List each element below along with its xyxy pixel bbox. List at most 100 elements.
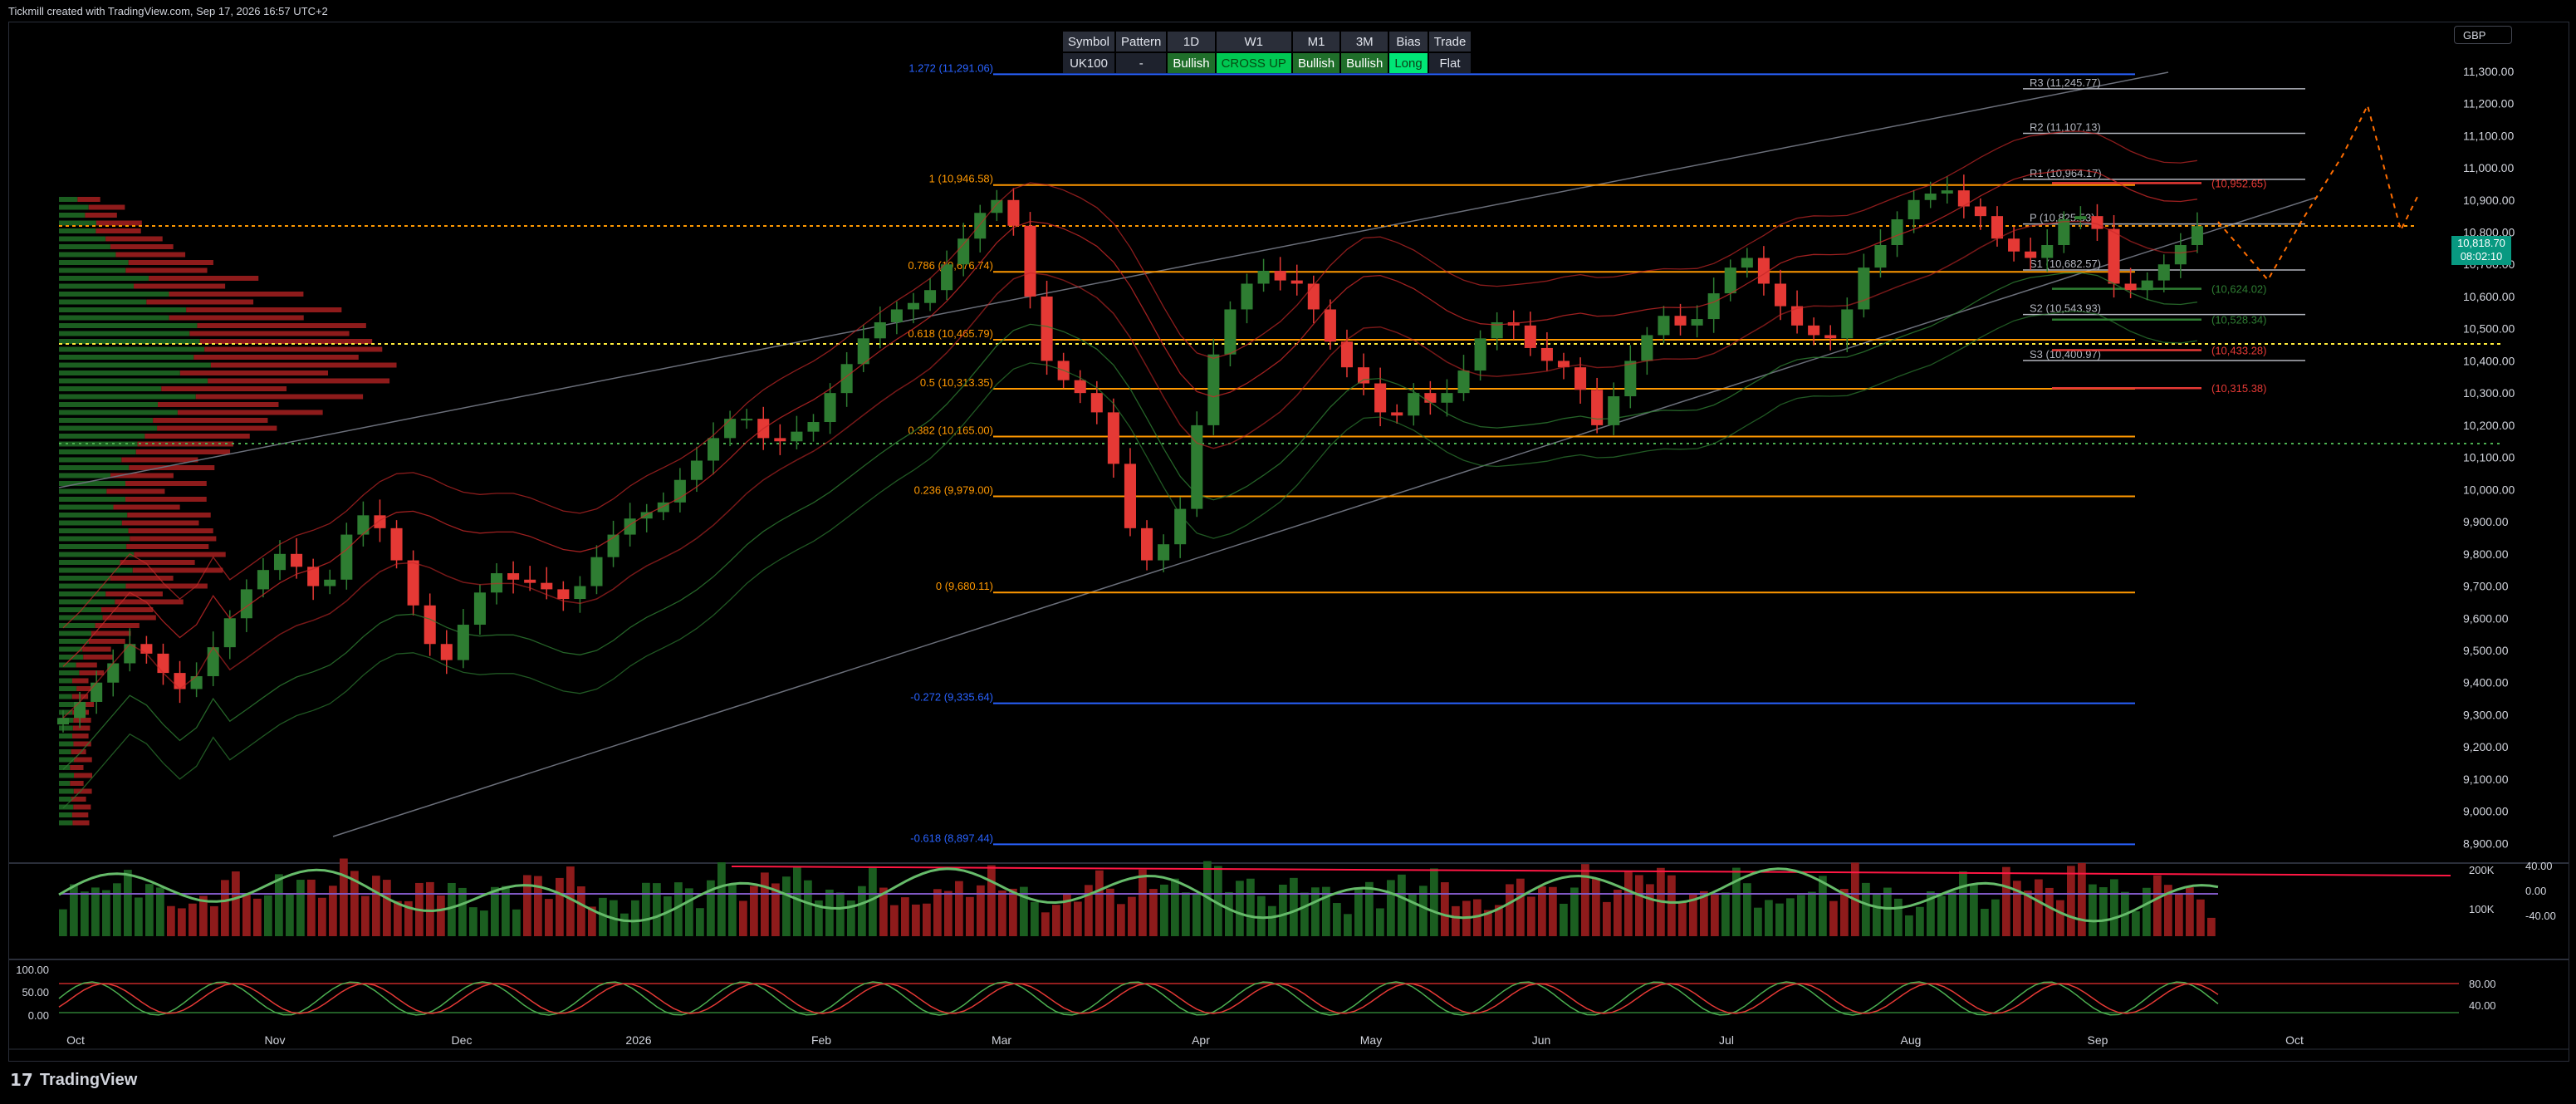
volume-profile-bar-down <box>115 252 186 258</box>
volume-bar <box>923 903 931 936</box>
volume-profile-bar-down <box>73 718 91 723</box>
stoch-right-axis-label: 80.00 <box>2469 978 2496 990</box>
candle-body <box>2058 219 2070 245</box>
volume-profile-bar-up <box>59 465 130 470</box>
candle-body <box>1574 367 1587 390</box>
volume-profile-bar-up <box>59 741 74 747</box>
chart-frame[interactable]: 1.272 (11,291.06) 1 (10,946.58) 0.786 (10,… <box>8 22 2569 1062</box>
volume-bar <box>1527 896 1535 936</box>
candle-body <box>1974 206 1986 217</box>
currency-selector[interactable]: GBP <box>2454 26 2512 44</box>
volume-bar <box>253 898 262 936</box>
volume-bar <box>1354 888 1363 936</box>
candle-body <box>1324 309 1336 342</box>
volume-profile-bar-up <box>59 362 211 368</box>
volume-bar <box>1430 868 1438 936</box>
volume-profile-bar-down <box>105 236 163 242</box>
volume-profile-bar-up <box>59 694 72 699</box>
volume-bar <box>642 882 650 936</box>
volume-bar <box>1106 888 1114 936</box>
candle-body <box>1141 527 1153 561</box>
chart-canvas[interactable]: 1.272 (11,291.06)1 (10,946.58)0.786 (10,… <box>9 22 2569 1061</box>
candle-body <box>2191 226 2203 245</box>
volume-bar <box>383 880 391 936</box>
time-axis-label: 2026 <box>625 1033 651 1047</box>
table-header-3m: 3M <box>1341 32 1388 52</box>
volume-bar <box>912 904 920 936</box>
candle-body <box>190 675 203 689</box>
volume-bar <box>2153 875 2162 936</box>
volume-bar <box>2207 917 2216 936</box>
volume-bar <box>318 897 326 936</box>
annotation-label: (10,433.28) <box>2211 345 2267 357</box>
annotation-label: (10,315.38) <box>2211 382 2267 395</box>
candle-body <box>1408 393 1420 416</box>
volume-bar <box>1290 877 1298 936</box>
volume-bar <box>901 897 909 936</box>
volume-profile-bar-up <box>59 615 103 621</box>
candle-body <box>1808 325 1820 336</box>
pivot-label: S1 (10,682.57) <box>2030 258 2101 270</box>
footer-brand[interactable]: 17 TradingView <box>10 1070 137 1090</box>
volume-profile-bar-down <box>74 773 93 778</box>
candle-body <box>1858 267 1870 310</box>
volume-profile-bar-down <box>208 378 390 384</box>
volume-bar <box>1873 894 1881 936</box>
candle-body <box>824 393 836 423</box>
volume-bar <box>1970 884 1978 936</box>
candle-body <box>1641 335 1653 361</box>
volume-bar <box>1959 871 1967 936</box>
candle-body <box>874 321 886 339</box>
volume-bar <box>178 908 186 936</box>
volume-profile-bar-up <box>59 812 72 817</box>
volume-profile-bar-up <box>59 410 178 415</box>
volume-profile-bar-up <box>59 591 106 596</box>
candle-body <box>707 438 720 461</box>
volume-profile-bar-up <box>59 331 190 336</box>
volume-bar <box>728 883 737 936</box>
stoch-right-axis-label: 40.00 <box>2469 999 2496 1012</box>
last-price-countdown: 08:02:10 <box>2460 250 2503 263</box>
volume-profile-bar-up <box>59 686 77 691</box>
volume-bar <box>145 884 154 936</box>
volume-bar <box>2175 892 2183 936</box>
table-cell-bias: Long <box>1389 53 1428 73</box>
price-axis-label: 10,600.00 <box>2463 290 2515 303</box>
volume-profile-bar-down <box>134 283 226 289</box>
volume-bar <box>1279 884 1287 936</box>
price-axis-label: 11,200.00 <box>2463 97 2514 110</box>
volume-bar <box>394 900 402 936</box>
candle-body <box>273 553 286 571</box>
volume-profile-bar-up <box>59 434 145 439</box>
channel-lower-line <box>332 196 2319 837</box>
time-axis-label: Mar <box>992 1033 1011 1047</box>
volume-profile-bar-up <box>59 734 73 738</box>
volume-profile-bar-down <box>105 591 163 596</box>
candle-body <box>774 438 786 442</box>
volume-bar <box>340 858 348 936</box>
volume-bar <box>1635 875 1643 936</box>
volume-bar <box>1246 878 1255 936</box>
volume-bar <box>1376 908 1384 936</box>
volume-profile-bar-up <box>59 702 75 707</box>
volume-profile-bar-down <box>71 749 86 754</box>
volume-bar <box>685 888 693 936</box>
volume-bar <box>437 895 445 936</box>
volume-bar <box>124 870 132 936</box>
candle-body <box>957 238 970 265</box>
volume-axis-label: 200K <box>2469 864 2495 876</box>
stoch-left-axis-label: 100.00 <box>16 964 49 976</box>
volume-bar <box>2002 866 2010 936</box>
volume-bar <box>890 905 899 936</box>
fib-level-label: 0.5 (10,313.35) <box>920 376 993 389</box>
table-header-1d: 1D <box>1168 32 1215 52</box>
volume-profile-bar-up <box>59 276 149 281</box>
volume-bar <box>761 872 769 936</box>
candle-body <box>2074 216 2087 220</box>
volume-bar <box>102 890 110 936</box>
volume-bar <box>81 891 89 936</box>
volume-bar <box>1365 881 1374 936</box>
volume-bar <box>70 884 78 936</box>
volume-bar <box>1775 903 1784 936</box>
candle-body <box>440 644 453 660</box>
